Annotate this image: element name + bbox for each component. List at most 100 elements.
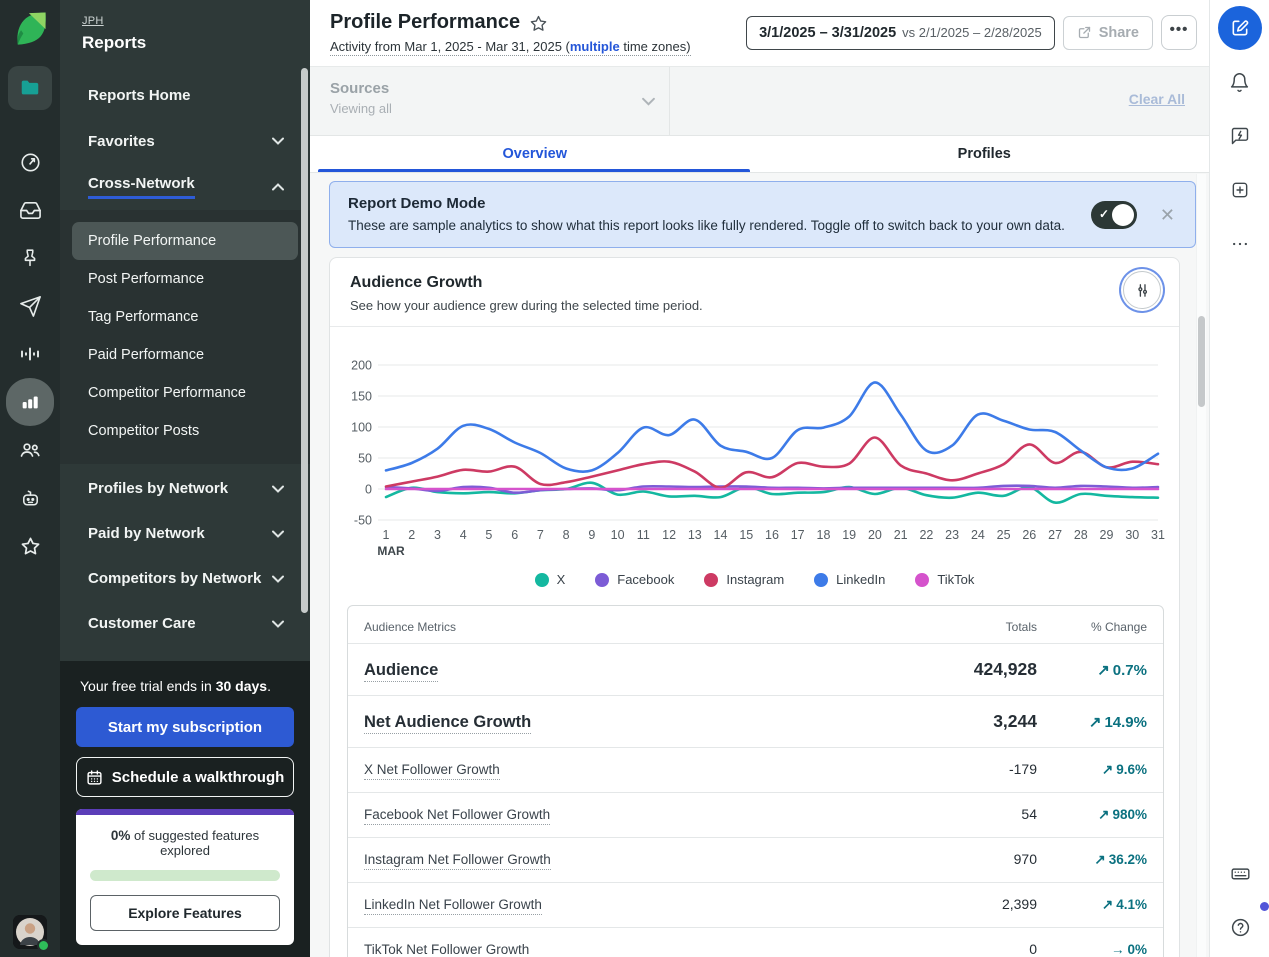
- multiple-timezones-link[interactable]: multiple: [570, 39, 620, 54]
- tab-profiles[interactable]: Profiles: [760, 136, 1210, 172]
- publishing-icon[interactable]: [6, 282, 54, 330]
- notifications-bell-icon[interactable]: [1218, 60, 1262, 104]
- dashboard-icon[interactable]: [6, 138, 54, 186]
- clear-all-link[interactable]: Clear All: [1129, 91, 1185, 107]
- svg-text:29: 29: [1100, 528, 1114, 542]
- svg-text:150: 150: [351, 390, 372, 404]
- question-mark-icon: [1230, 917, 1251, 938]
- features-progress-card: 0% of suggested features explored Explor…: [76, 809, 294, 945]
- legend-item-instagram[interactable]: Instagram: [704, 572, 784, 587]
- reports-icon[interactable]: [6, 378, 54, 426]
- svg-text:2: 2: [408, 528, 415, 542]
- more-tools-icon[interactable]: [1218, 222, 1262, 266]
- main-scrollbar-track[interactable]: [1196, 174, 1206, 957]
- metric-label[interactable]: X Net Follower Growth: [364, 762, 500, 780]
- sidebar-item-post-performance[interactable]: Post Performance: [72, 260, 298, 298]
- share-button[interactable]: Share: [1063, 16, 1153, 50]
- breadcrumb[interactable]: JPH: [82, 15, 104, 27]
- legend-item-linkedin[interactable]: LinkedIn: [814, 572, 885, 587]
- more-options-button[interactable]: •••: [1161, 15, 1197, 50]
- chevron-down-icon: [272, 485, 284, 493]
- activity-range-text: Activity from Mar 1, 2025 - Mar 31, 2025…: [330, 39, 691, 54]
- explore-features-button[interactable]: Explore Features: [90, 895, 280, 931]
- svg-text:19: 19: [842, 528, 856, 542]
- pin-icon[interactable]: [6, 234, 54, 282]
- share-icon: [1077, 25, 1092, 40]
- sidebar-item-cross-network[interactable]: Cross-Network: [60, 164, 310, 210]
- start-subscription-button[interactable]: Start my subscription: [76, 707, 294, 747]
- metric-label[interactable]: Instagram Net Follower Growth: [364, 852, 551, 870]
- metric-label[interactable]: TikTok Net Follower Growth: [364, 942, 529, 957]
- widget-subtitle: See how your audience grew during the se…: [350, 298, 1159, 313]
- svg-text:0: 0: [365, 483, 372, 497]
- help-button[interactable]: [1218, 905, 1262, 949]
- toggle-knob: [1112, 204, 1134, 226]
- user-avatar[interactable]: [13, 915, 47, 949]
- bot-icon[interactable]: [6, 474, 54, 522]
- sidebar-header: JPH Reports: [60, 0, 310, 64]
- close-icon[interactable]: ✕: [1160, 206, 1175, 224]
- svg-text:22: 22: [919, 528, 933, 542]
- sidebar-item-reports-home[interactable]: Reports Home: [60, 72, 310, 118]
- sidebar-item-paid-performance[interactable]: Paid Performance: [72, 336, 298, 374]
- chevron-up-icon: [272, 183, 284, 191]
- metric-label[interactable]: Net Audience Growth: [364, 713, 531, 734]
- sidebar-scrollbar[interactable]: [301, 68, 308, 613]
- sidebar-item-competitor-performance[interactable]: Competitor Performance: [72, 374, 298, 412]
- table-row: Audience 424,928 ↗0.7%: [348, 643, 1163, 695]
- features-progress-text: 0% of suggested features explored: [90, 828, 280, 858]
- feedback-bubble-icon[interactable]: [1218, 114, 1262, 158]
- favorite-star-icon[interactable]: [529, 14, 548, 33]
- legend-item-facebook[interactable]: Facebook: [595, 572, 674, 587]
- audience-metrics-table: Audience Metrics Totals % Change Audienc…: [347, 605, 1164, 957]
- sidebar-item-profiles-by-network[interactable]: Profiles by Network: [60, 466, 310, 511]
- sources-dropdown[interactable]: Sources Viewing all: [310, 67, 670, 135]
- calendar-icon: [86, 769, 103, 786]
- people-icon[interactable]: [6, 426, 54, 474]
- svg-text:9: 9: [588, 528, 595, 542]
- main-content: Profile Performance Activity from Mar 1,…: [310, 0, 1209, 957]
- table-row: LinkedIn Net Follower Growth 2,399 ↗4.1%: [348, 882, 1163, 927]
- svg-text:11: 11: [637, 528, 650, 542]
- compose-icon: [1230, 18, 1250, 38]
- sidebar-item-customer-care[interactable]: Customer Care: [60, 601, 310, 646]
- chart-legend: X Facebook Instagram LinkedIn TikTok: [330, 564, 1179, 603]
- sidebar-nav: Reports Home Favorites Cross-Network Pro…: [60, 64, 310, 661]
- svg-text:16: 16: [765, 528, 779, 542]
- chevron-down-icon: [272, 137, 284, 145]
- chevron-down-icon: [642, 93, 655, 111]
- inbox-icon[interactable]: [6, 186, 54, 234]
- features-progress-bar: [90, 870, 280, 881]
- sprout-logo[interactable]: [10, 8, 50, 48]
- sidebar-item-competitors-by-network[interactable]: Competitors by Network: [60, 556, 310, 601]
- chart-settings-button[interactable]: [1123, 271, 1161, 309]
- sidebar-item-competitor-posts[interactable]: Competitor Posts: [72, 412, 298, 450]
- svg-text:30: 30: [1125, 528, 1139, 542]
- legend-item-tiktok[interactable]: TikTok: [915, 572, 974, 587]
- report-header: Profile Performance Activity from Mar 1,…: [310, 0, 1209, 66]
- compose-button[interactable]: [1218, 6, 1262, 50]
- workspace-folder-icon[interactable]: [8, 66, 52, 110]
- metric-label[interactable]: LinkedIn Net Follower Growth: [364, 897, 542, 915]
- demo-mode-toggle[interactable]: ✓: [1091, 201, 1137, 229]
- date-range-button[interactable]: 3/1/2025 – 3/31/2025 vs 2/1/2025 – 2/28/…: [746, 16, 1055, 50]
- keyboard-shortcuts-icon[interactable]: [1218, 851, 1262, 895]
- legend-item-x[interactable]: X: [535, 572, 566, 587]
- main-scrollbar-thumb[interactable]: [1198, 316, 1205, 407]
- metric-label[interactable]: Audience: [364, 661, 438, 682]
- sidebar-item-tag-performance[interactable]: Tag Performance: [72, 298, 298, 336]
- listening-icon[interactable]: [6, 330, 54, 378]
- sidebar-item-paid-by-network[interactable]: Paid by Network: [60, 511, 310, 556]
- page-title: Profile Performance: [330, 11, 520, 34]
- sidebar-item-profile-performance[interactable]: Profile Performance: [72, 222, 298, 260]
- sidebar-item-internal-performance[interactable]: Internal Performance: [60, 646, 310, 661]
- schedule-walkthrough-button[interactable]: Schedule a walkthrough: [76, 757, 294, 797]
- audience-growth-card: Audience Growth See how your audience gr…: [329, 257, 1180, 957]
- table-header: Audience Metrics Totals % Change: [348, 606, 1163, 643]
- add-widget-icon[interactable]: [1218, 168, 1262, 212]
- metric-label[interactable]: Facebook Net Follower Growth: [364, 807, 550, 825]
- svg-text:4: 4: [460, 528, 467, 542]
- tab-overview[interactable]: Overview: [310, 136, 760, 172]
- sidebar-item-favorites[interactable]: Favorites: [60, 118, 310, 164]
- premium-star-icon[interactable]: [6, 522, 54, 570]
